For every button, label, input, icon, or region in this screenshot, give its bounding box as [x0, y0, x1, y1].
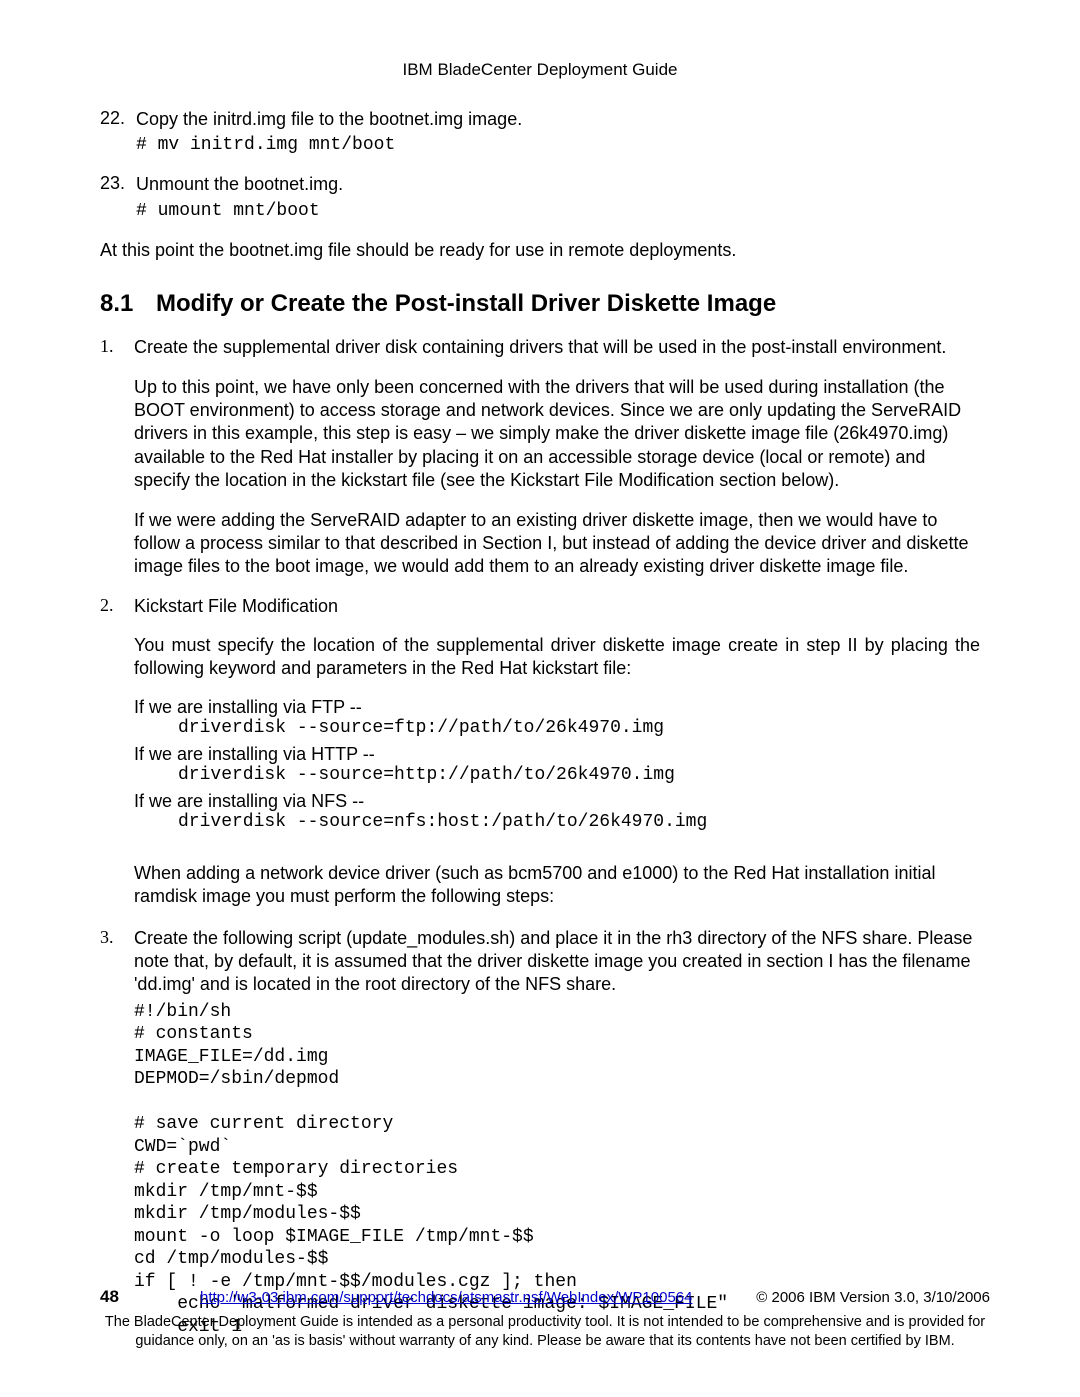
page-header: IBM BladeCenter Deployment Guide [100, 60, 980, 80]
list-number: 3. [100, 927, 134, 997]
list-2-intro: You must specify the location of the sup… [134, 634, 980, 681]
list-text: Create the supplemental driver disk cont… [134, 336, 980, 359]
list-item-2: 2. Kickstart File Modification [100, 595, 980, 618]
step-number: 23. [100, 173, 136, 196]
list-text: Kickstart File Modification [134, 595, 980, 618]
step-22: 22. Copy the initrd.img file to the boot… [100, 108, 980, 131]
closing-paragraph: At this point the bootnet.img file shoul… [100, 239, 980, 262]
list-item-1: 1. Create the supplemental driver disk c… [100, 336, 980, 359]
list-text: Create the following script (update_modu… [134, 927, 980, 997]
step-text: Copy the initrd.img file to the bootnet.… [136, 108, 522, 131]
list-number: 1. [100, 336, 134, 359]
step-number: 22. [100, 108, 136, 131]
list-1-para-2: If we were adding the ServeRAID adapter … [134, 509, 980, 579]
nfs-label: If we are installing via NFS -- [134, 791, 980, 812]
nfs-code: driverdisk --source=nfs:host:/path/to/26… [178, 812, 980, 832]
footer-link[interactable]: http://w3-03.ibm.com/support/techdocs/at… [200, 1289, 726, 1306]
list-number: 2. [100, 595, 134, 618]
ftp-code: driverdisk --source=ftp://path/to/26k497… [178, 718, 980, 738]
step-23-code: # umount mnt/boot [136, 201, 980, 221]
section-heading: 8.1Modify or Create the Post-install Dri… [100, 290, 980, 318]
page-footer: 48 http://w3-03.ibm.com/support/techdocs… [100, 1287, 990, 1351]
page-number: 48 [100, 1287, 200, 1307]
list-item-3: 3. Create the following script (update_m… [100, 927, 980, 997]
section-title: Modify or Create the Post-install Driver… [156, 290, 776, 317]
section-number: 8.1 [100, 290, 156, 318]
ftp-label: If we are installing via FTP -- [134, 697, 980, 718]
footer-disclaimer: The BladeCenter Deployment Guide is inte… [100, 1313, 990, 1351]
footer-copyright: © 2006 IBM Version 3.0, 3/10/2006 [756, 1289, 990, 1306]
step-22-code: # mv initrd.img mnt/boot [136, 135, 980, 155]
list-2-tail: When adding a network device driver (suc… [134, 862, 980, 909]
step-23: 23. Unmount the bootnet.img. [100, 173, 980, 196]
list-1-para-1: Up to this point, we have only been conc… [134, 376, 980, 493]
http-code: driverdisk --source=http://path/to/26k49… [178, 765, 980, 785]
step-text: Unmount the bootnet.img. [136, 173, 343, 196]
http-label: If we are installing via HTTP -- [134, 744, 980, 765]
